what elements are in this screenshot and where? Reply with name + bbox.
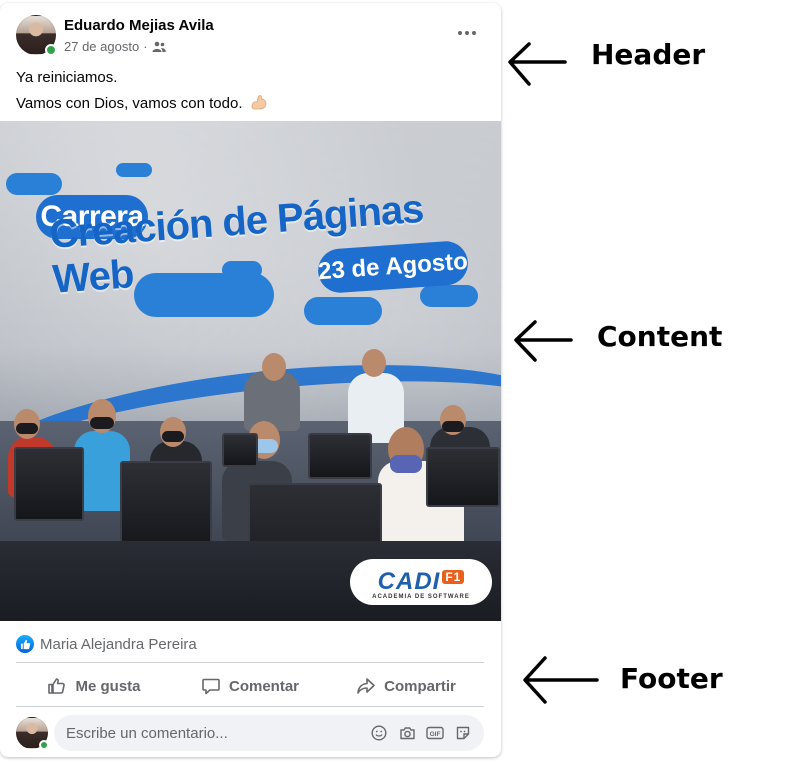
reactor-name[interactable]: Maria Alejandra Pereira [40, 636, 197, 653]
thumbs-up-outline-icon [48, 678, 66, 694]
logo-text: CADI [377, 567, 441, 595]
meta-separator: · [143, 39, 148, 54]
svg-text:GIF: GIF [430, 731, 441, 738]
post-header: Eduardo Mejias Avila 27 de agosto · Ya r… [0, 3, 501, 121]
footer-annotation: Footer [620, 662, 723, 695]
commenter-avatar[interactable] [16, 717, 49, 750]
comment-tools: GIF [370, 724, 484, 742]
person-head [262, 353, 286, 381]
share-icon [357, 678, 375, 694]
comment-placeholder: Escribe un comentario... [66, 724, 228, 742]
comment-icon [202, 678, 220, 695]
post-text-line: Vamos con Dios, vamos con todo. [16, 91, 268, 117]
author-name[interactable]: Eduardo Mejias Avila [64, 17, 214, 34]
author-avatar[interactable] [16, 15, 57, 56]
decor-stripe [420, 285, 478, 307]
computer-monitor [120, 461, 212, 553]
computer-monitor [426, 447, 500, 507]
arrow-left-icon [523, 656, 599, 704]
header-annotation: Header [591, 38, 706, 71]
like-button[interactable]: Me gusta [16, 667, 172, 705]
flexed-biceps-icon [251, 95, 267, 110]
comment-label: Comentar [228, 677, 299, 695]
post-text: Ya reiniciamos. Vamos con Dios, vamos co… [16, 65, 268, 117]
gif-icon[interactable]: GIF [426, 724, 444, 742]
academy-logo: CADI F1 ACADEMIA DE SOFTWARE [350, 559, 492, 605]
share-button[interactable]: Compartir [328, 667, 484, 705]
computer-monitor [14, 447, 84, 521]
dot-icon [472, 31, 476, 35]
like-label: Me gusta [75, 677, 141, 695]
post-actions: Me gusta Comentar Compartir [16, 667, 484, 705]
thumbs-up-icon [20, 639, 30, 649]
arrow-left-icon [514, 320, 573, 362]
face-mask [90, 417, 114, 429]
decor-stripe [6, 173, 62, 195]
logo-badge-text: F1 [442, 569, 465, 584]
logo-wordmark: CADI F1 [378, 565, 465, 594]
footer-divider [16, 662, 484, 663]
more-options-button[interactable] [453, 23, 481, 43]
computer-monitor [308, 433, 372, 479]
footer-divider [16, 706, 484, 707]
post-meta: 27 de agosto · [64, 39, 166, 54]
emoji-icon[interactable] [370, 724, 388, 742]
face-mask [390, 455, 422, 473]
post-text-line: Ya reiniciamos. [16, 69, 118, 86]
sticker-icon[interactable] [454, 724, 472, 742]
like-reaction-icon [16, 635, 34, 653]
comment-composer: Escribe un comentario... GIF [16, 715, 484, 751]
friends-icon[interactable] [152, 41, 166, 53]
decor-stripe [116, 163, 152, 177]
dot-icon [465, 31, 469, 35]
post-date[interactable]: 27 de agosto [64, 39, 139, 54]
comment-input[interactable]: Escribe un comentario... GIF [54, 715, 484, 751]
face-mask [162, 431, 184, 442]
online-status-dot [45, 44, 57, 56]
post-image[interactable]: Carrera Creación de Páginas Web 23 de Ag… [0, 121, 501, 621]
online-status-dot [39, 740, 49, 750]
decor-stripe [304, 297, 382, 325]
post-card: Eduardo Mejias Avila 27 de agosto · Ya r… [0, 3, 501, 757]
content-annotation: Content [597, 320, 723, 353]
reactions-summary[interactable]: Maria Alejandra Pereira [16, 631, 197, 657]
logo-subtitle: ACADEMIA DE SOFTWARE [372, 593, 470, 600]
person-head [362, 349, 386, 377]
computer-monitor [222, 433, 258, 467]
face-mask [442, 421, 464, 432]
share-label: Compartir [384, 677, 456, 695]
camera-icon[interactable] [398, 724, 416, 742]
post-text-span: Vamos con Dios, vamos con todo. [16, 95, 243, 112]
dot-icon [458, 31, 462, 35]
arrow-left-icon [508, 42, 567, 86]
face-mask [16, 423, 38, 434]
comment-button[interactable]: Comentar [172, 667, 328, 705]
